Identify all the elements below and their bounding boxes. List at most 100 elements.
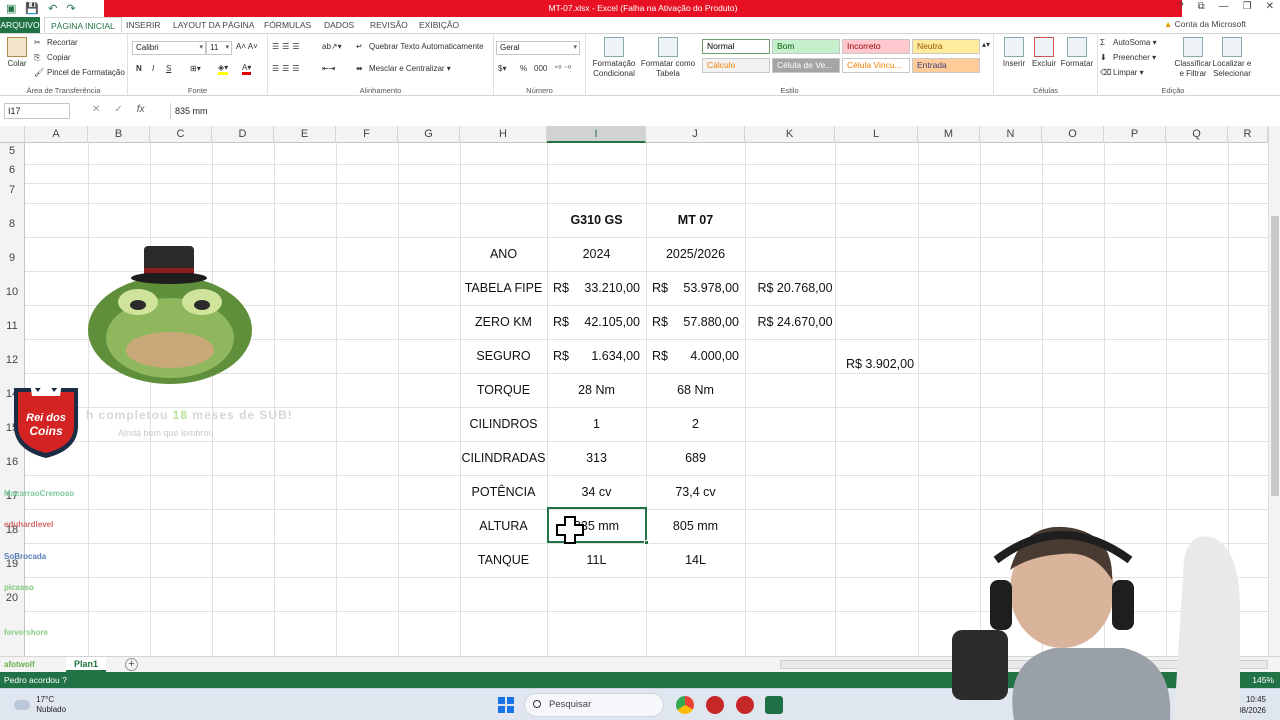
indent-icons[interactable]: ⇤⇥ [322, 64, 335, 73]
column-header-i[interactable]: I [547, 126, 646, 143]
row-label-ano[interactable]: ANO [460, 237, 547, 271]
column-header-h[interactable]: H [460, 126, 547, 143]
difference-1[interactable]: R$ 20.768,00 [745, 271, 845, 305]
value-g310-3[interactable]: R$ 1.634,00 [547, 339, 646, 373]
font-color-icon[interactable]: A▾ [242, 63, 252, 75]
name-box[interactable]: I17 [4, 103, 70, 119]
borders-icon[interactable]: ⊞▾ [190, 64, 201, 73]
thousands-button[interactable]: 000 [534, 64, 547, 73]
undo-icon[interactable]: ↶ [48, 2, 57, 15]
row-header-10[interactable]: 10 [0, 271, 25, 305]
formula-input[interactable]: 835 mm [170, 103, 1270, 119]
close-button[interactable]: ✕ [1266, 1, 1274, 12]
value-mt07-5[interactable]: 2 [646, 407, 745, 441]
column-header-o[interactable]: O [1042, 126, 1104, 143]
row-label-cilindradas[interactable]: CILINDRADAS [460, 441, 547, 475]
windows-start-icon[interactable] [498, 697, 514, 713]
value-g310-5[interactable]: 1 [547, 407, 646, 441]
column-header-l[interactable]: L [835, 126, 918, 143]
insert-function-icon[interactable]: fx [137, 104, 145, 115]
tab-insert[interactable]: INSERIR [120, 17, 166, 33]
cell-style-1[interactable]: Normal [702, 39, 770, 54]
italic-button[interactable]: I [152, 64, 154, 73]
tab-file[interactable]: ARQUIVO [0, 17, 40, 33]
orientation-icon[interactable]: ab↗▾ [322, 42, 342, 51]
header-mt-07[interactable]: MT 07 [646, 203, 745, 237]
value-mt07-1[interactable]: R$ 53.978,00 [646, 271, 745, 305]
row-label-cilindros[interactable]: CILINDROS [460, 407, 547, 441]
cell-style-5[interactable]: Cálculo [702, 58, 770, 73]
cell-style-8[interactable]: Entrada [912, 58, 980, 73]
column-header-e[interactable]: E [274, 126, 336, 143]
column-header-b[interactable]: B [88, 126, 150, 143]
sort-filter-button[interactable]: Classificar e Filtrar [1174, 37, 1212, 79]
restore-button[interactable]: ❐ [1243, 1, 1252, 12]
fill-button[interactable]: ⬇ Preencher ▾ [1100, 53, 1156, 62]
value-g310-0[interactable]: 2024 [547, 237, 646, 271]
tab-data[interactable]: DADOS [318, 17, 360, 33]
column-header-d[interactable]: D [212, 126, 274, 143]
tab-page-layout[interactable]: LAYOUT DA PÁGINA [167, 17, 260, 33]
merge-center-button[interactable]: ⬌ Mesclar e Centralizar ▾ [356, 64, 451, 73]
header-g310-gs[interactable]: G310 GS [547, 203, 646, 237]
sheet-tab-plan1[interactable]: Plan1 [66, 657, 107, 672]
row-header-5[interactable]: 5 [0, 143, 25, 164]
cell-style-7[interactable]: Célula Vincu... [842, 58, 910, 73]
autosum-button[interactable]: Σ AutoSoma ▾ [1100, 38, 1157, 47]
row-header-7[interactable]: 7 [0, 183, 25, 203]
copy-button[interactable]: ⎘ Copiar [34, 53, 71, 62]
conditional-format-button[interactable]: Formatação Condicional [588, 37, 640, 79]
row-header-6[interactable]: 6 [0, 164, 25, 183]
number-format-select[interactable]: Geral [496, 41, 580, 55]
save-icon[interactable]: 💾 [25, 2, 39, 15]
app-icon-red[interactable] [706, 696, 724, 714]
format-cells-button[interactable]: Formatar [1060, 37, 1094, 69]
value-mt07-7[interactable]: 73,4 cv [646, 475, 745, 509]
row-header-11[interactable]: 11 [0, 305, 25, 339]
column-header-q[interactable]: Q [1166, 126, 1228, 143]
app-icon-red-2[interactable] [736, 696, 754, 714]
chrome-icon[interactable] [676, 696, 694, 714]
select-all-corner[interactable] [0, 126, 25, 143]
tab-review[interactable]: REVISÃO [364, 17, 414, 33]
delete-cells-button[interactable]: Excluir [1030, 37, 1058, 69]
vertical-scroll-thumb[interactable] [1271, 216, 1279, 496]
value-mt07-3[interactable]: R$ 4.000,00 [646, 339, 745, 373]
clear-button[interactable]: ⌫ Limpar ▾ [1100, 68, 1144, 77]
ribbon-display-icon[interactable]: ⧉ [1198, 1, 1205, 12]
column-header-f[interactable]: F [336, 126, 398, 143]
row-label-tabela-fipe[interactable]: TABELA FIPE [460, 271, 547, 305]
row-label-tanque[interactable]: TANQUE [460, 543, 547, 577]
gallery-scroll-icon[interactable]: ▴▾ [982, 40, 990, 49]
underline-button[interactable]: S [166, 64, 171, 73]
column-header-g[interactable]: G [398, 126, 460, 143]
cell-style-2[interactable]: Bom [772, 39, 840, 54]
excel-taskbar-icon[interactable] [765, 696, 783, 714]
fill-color-icon[interactable]: ◈▾ [218, 63, 229, 75]
row-header-9[interactable]: 9 [0, 237, 25, 271]
column-header-r[interactable]: R [1228, 126, 1268, 143]
value-g310-1[interactable]: R$ 33.210,00 [547, 271, 646, 305]
help-icon[interactable]: ? [1178, 1, 1184, 12]
format-painter-button[interactable]: 🖌 Pincel de Formatação [34, 68, 125, 77]
column-header-a[interactable]: A [25, 126, 88, 143]
value-mt07-4[interactable]: 68 Nm [646, 373, 745, 407]
cell-style-3[interactable]: Incorreto [842, 39, 910, 54]
row-header-8[interactable]: 8 [0, 203, 25, 237]
bold-button[interactable]: N [136, 64, 142, 73]
column-header-c[interactable]: C [150, 126, 212, 143]
value-g310-2[interactable]: R$ 42.105,00 [547, 305, 646, 339]
redo-icon[interactable]: ↷ [66, 2, 75, 15]
tab-view[interactable]: EXIBIÇÃO [413, 17, 465, 33]
value-mt07-8[interactable]: 805 mm [646, 509, 745, 543]
value-g310-6[interactable]: 313 [547, 441, 646, 475]
insurance-note[interactable]: R$ 3.902,00 [835, 347, 925, 381]
account-menu[interactable]: ▲ Conta da Microsoft [1164, 19, 1246, 29]
cut-button[interactable]: ✂ Recortar [34, 38, 78, 47]
row-label-pot-ncia[interactable]: POTÊNCIA [460, 475, 547, 509]
add-sheet-button[interactable]: + [125, 658, 138, 671]
wrap-text-button[interactable]: ↵ Quebrar Texto Automaticamente [356, 42, 484, 51]
cancel-icon[interactable]: ✕ [92, 104, 100, 115]
column-header-j[interactable]: J [646, 126, 745, 143]
row-label-torque[interactable]: TORQUE [460, 373, 547, 407]
